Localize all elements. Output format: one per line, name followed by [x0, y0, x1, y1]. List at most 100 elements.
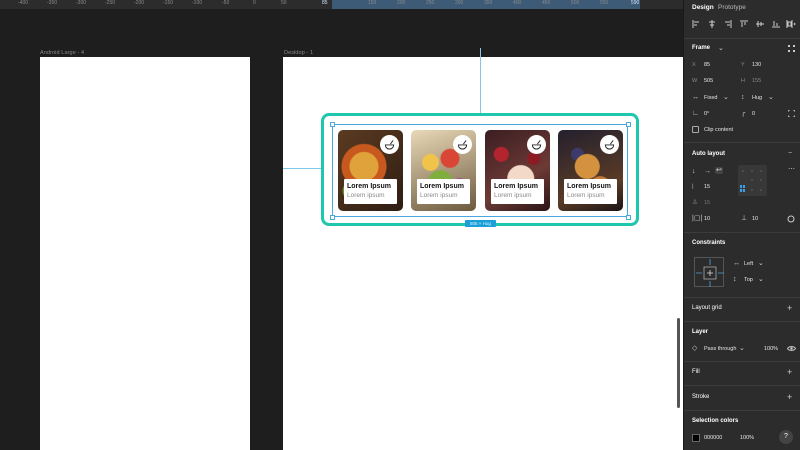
help-button[interactable]: ? — [779, 430, 793, 444]
chevron-down-icon[interactable]: ⌄ — [758, 260, 764, 267]
layer-opacity-field[interactable]: 100% — [764, 346, 778, 352]
stroke-title: Stroke — [692, 394, 710, 400]
ruler-number: 500 — [571, 0, 580, 6]
ruler-number: -150 — [163, 0, 174, 6]
direction-vertical-icon[interactable]: ↓ — [692, 168, 696, 175]
auto-layout-title[interactable]: Auto layout — [692, 151, 725, 157]
align-top-icon[interactable] — [740, 20, 748, 28]
card-title: Lorem Ipsum — [347, 183, 391, 190]
corner-radius-icon: ╭ — [741, 110, 746, 117]
food-card-pizza[interactable]: Lorem Ipsum Lorem ipsum — [338, 130, 403, 211]
food-card-pancakes[interactable]: Lorem Ipsum Lorem ipsum — [558, 130, 623, 211]
card-text-box: Lorem Ipsum Lorem ipsum — [564, 179, 617, 204]
independent-corners-icon[interactable] — [788, 110, 795, 117]
resize-handle-bl[interactable] — [330, 215, 335, 220]
direction-wrap-icon[interactable]: ↩ — [715, 167, 723, 174]
alignment-grid[interactable] — [738, 165, 767, 196]
w-label: W — [692, 78, 698, 84]
constraint-widget[interactable] — [694, 257, 724, 287]
frame-label-desktop[interactable]: Desktop - 1 — [284, 50, 313, 56]
measure-guide-horizontal — [283, 168, 323, 169]
divider — [684, 410, 800, 411]
card-title: Lorem Ipsum — [494, 183, 538, 190]
add-layout-grid-icon[interactable]: + — [787, 304, 792, 313]
h-field[interactable]: 155 — [752, 78, 761, 84]
blend-mode-select[interactable]: Pass through — [704, 346, 736, 352]
align-center-h-icon[interactable] — [708, 20, 716, 28]
blend-mode-icon: ◇ — [692, 345, 698, 352]
bowl-icon — [600, 135, 619, 154]
clip-content-label[interactable]: Clip content — [704, 127, 733, 133]
card-subtitle: Lorem ipsum — [420, 192, 458, 199]
tab-prototype[interactable]: Prototype — [718, 4, 746, 11]
align-left-icon[interactable] — [692, 20, 700, 28]
bowl-icon — [380, 135, 399, 154]
ruler-number: -50 — [222, 0, 230, 6]
horizontal-constraint-select[interactable]: Left — [744, 261, 753, 267]
vertical-constraint-select[interactable]: Top — [744, 277, 753, 283]
chevron-down-icon[interactable]: ⌄ — [739, 345, 745, 352]
food-card-cake[interactable]: Lorem Ipsum Lorem ipsum — [485, 130, 550, 211]
horizontal-padding-field[interactable]: 10 — [704, 216, 710, 222]
ruler-number: -300 — [76, 0, 87, 6]
resize-handle-tl[interactable] — [330, 122, 335, 127]
measure-guide-vertical — [480, 48, 481, 122]
frame-section-title[interactable]: Frame — [692, 45, 710, 51]
direction-horizontal-icon[interactable]: → — [704, 168, 711, 175]
chevron-down-icon[interactable]: ⌄ — [768, 94, 774, 101]
clip-content-checkbox[interactable] — [692, 126, 699, 133]
top-ruler: -400 -350 -300 -250 -200 -150 -100 -50 0… — [0, 0, 683, 9]
fill-title: Fill — [692, 369, 700, 375]
y-label: Y — [741, 62, 745, 68]
resize-to-fit-icon[interactable] — [788, 45, 795, 52]
y-field[interactable]: 130 — [752, 62, 761, 68]
width-mode-select[interactable]: Fixed — [704, 95, 717, 101]
chevron-down-icon[interactable]: ⌄ — [718, 45, 724, 52]
add-stroke-icon[interactable]: + — [787, 393, 792, 402]
resize-handle-br[interactable] — [626, 215, 631, 220]
x-label: X — [692, 62, 696, 68]
card-title: Lorem Ipsum — [420, 183, 464, 190]
distribute-icon[interactable] — [786, 20, 796, 28]
spacing-secondary-field[interactable]: 15 — [704, 200, 710, 206]
chevron-down-icon[interactable]: ⌄ — [723, 94, 729, 101]
more-options-icon[interactable]: ⋯ — [788, 166, 795, 173]
x-field[interactable]: 85 — [704, 62, 710, 68]
tab-design[interactable]: Design — [692, 4, 714, 11]
remove-auto-layout-icon[interactable]: − — [788, 150, 792, 157]
color-opacity-field[interactable]: 100% — [740, 435, 754, 441]
spacing-field[interactable]: 15 — [704, 184, 710, 190]
corner-radius-field[interactable]: 0 — [752, 111, 755, 117]
align-right-icon[interactable] — [724, 20, 732, 28]
color-hex-field[interactable]: 000000 — [704, 435, 722, 441]
color-swatch[interactable] — [692, 434, 700, 442]
ruler-number: -100 — [192, 0, 203, 6]
frame-label-android[interactable]: Android Large - 4 — [40, 50, 84, 56]
frame-android-large[interactable] — [40, 57, 250, 450]
divider — [684, 321, 800, 322]
ruler-number: 300 — [455, 0, 464, 6]
align-center-v-icon[interactable] — [756, 20, 764, 28]
divider — [684, 297, 800, 298]
card-text-box: Lorem Ipsum Lorem ipsum — [344, 179, 397, 204]
h-label: H — [741, 78, 745, 84]
chevron-down-icon[interactable]: ⌄ — [758, 276, 764, 283]
eye-icon[interactable] — [787, 345, 796, 352]
card-title: Lorem Ipsum — [567, 183, 611, 190]
add-fill-icon[interactable]: + — [787, 368, 792, 377]
food-card-salad[interactable]: Lorem Ipsum Lorem ipsum — [411, 130, 476, 211]
vertical-padding-field[interactable]: 10 — [752, 216, 758, 222]
divider — [684, 38, 800, 39]
w-field[interactable]: 505 — [704, 78, 713, 84]
individual-padding-icon[interactable] — [787, 215, 795, 223]
rotation-field[interactable]: 0° — [704, 111, 709, 117]
height-mode-select[interactable]: Hug — [752, 95, 762, 101]
card-subtitle: Lorem ipsum — [347, 192, 385, 199]
resize-handle-tr[interactable] — [626, 122, 631, 127]
divider — [684, 142, 800, 143]
canvas-scrollbar[interactable] — [677, 318, 680, 408]
constraints-title: Constraints — [692, 240, 726, 246]
bowl-icon — [453, 135, 472, 154]
align-bottom-icon[interactable] — [772, 20, 780, 28]
vertical-padding-icon: ⊥ — [741, 215, 748, 222]
